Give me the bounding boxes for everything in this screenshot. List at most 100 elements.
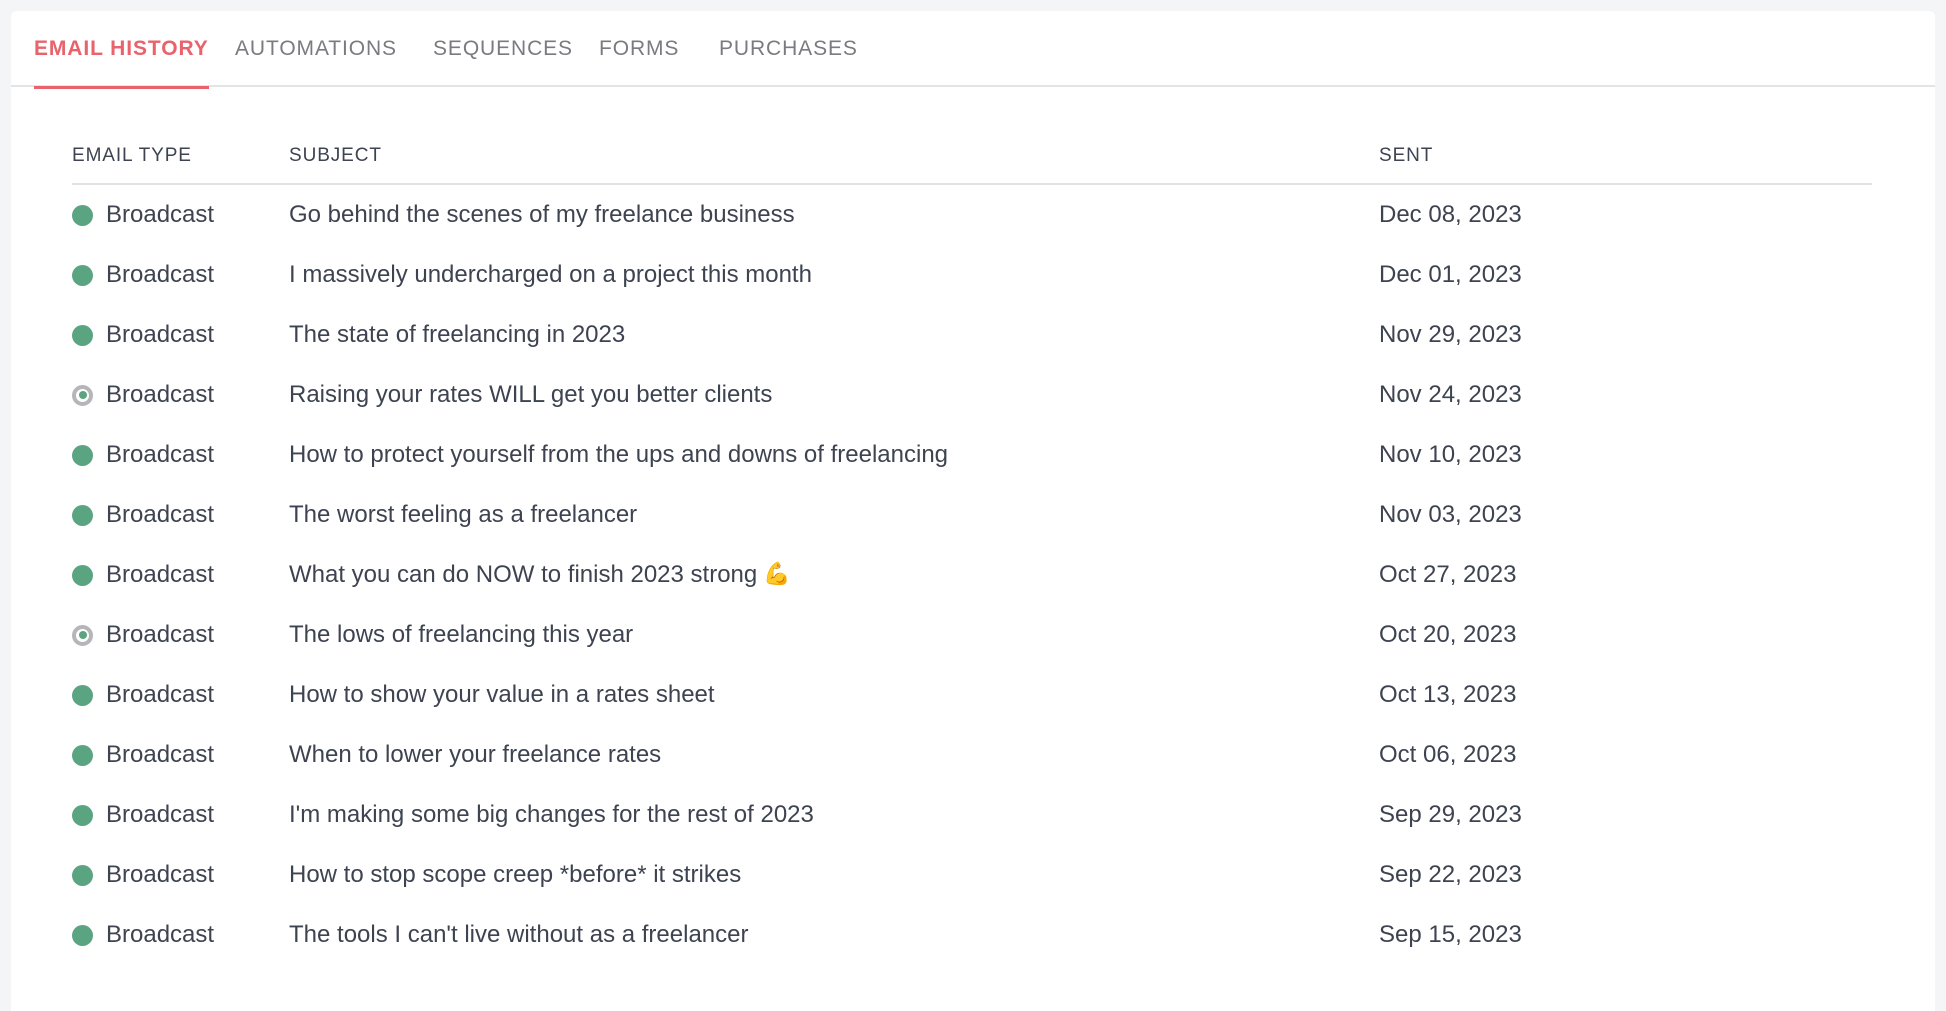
subject-text: When to lower your freelance rates [289,741,662,768]
cell-sent-date: Nov 03, 2023 [1379,501,1522,528]
status-dot-icon [72,504,93,526]
subject-emoji-icon: 💪 [763,562,791,587]
email-type-label: Broadcast [106,741,215,768]
cell-email-type: Broadcast [72,785,214,845]
cell-sent-date: Dec 08, 2023 [1379,201,1522,228]
subject-text: I'm making some big changes for the rest… [289,801,814,828]
cell-email-type: Broadcast [72,485,214,545]
email-history-card: EMAIL HISTORY AUTOMATIONS SEQUENCES FORMS PU… [11,11,1935,1011]
cell-email-type: Broadcast [72,605,214,665]
cell-subject[interactable]: How to protect yourself from the ups and… [289,425,948,485]
cell-sent-date: Nov 10, 2023 [1379,441,1522,468]
table-row[interactable]: Broadcast The tools I can't live without … [72,905,1872,965]
table-row[interactable]: Broadcast How to show your value in a rat… [72,665,1872,725]
cell-subject[interactable]: The state of freelancing in 2023 [289,305,625,365]
tab-sequences[interactable]: SEQUENCES [433,11,573,87]
subject-text: How to stop scope creep *before* it stri… [289,861,742,888]
table-row[interactable]: Broadcast The lows of freelancing this ye… [72,605,1872,665]
subject-text: What you can do NOW to finish 2023 stron… [289,561,758,588]
cell-email-type: Broadcast [72,185,214,245]
subject-text: How to protect yourself from the ups and… [289,441,949,468]
cell-email-type: Broadcast [72,545,214,605]
table-row[interactable]: Broadcast Raising your rates WILL get you… [72,365,1872,425]
tab-email-history[interactable]: EMAIL HISTORY [34,11,209,89]
cell-sent-date: Dec 01, 2023 [1379,261,1522,288]
status-dot-icon [72,864,93,886]
column-header-email-type: EMAIL TYPE [72,145,192,166]
cell-sent-date: Oct 13, 2023 [1379,681,1517,708]
table-body: Broadcast Go behind the scenes of my free… [72,185,1872,965]
table-row[interactable]: Broadcast The worst feeling as a freelanc… [72,485,1872,545]
email-history-table: EMAIL TYPE SUBJECT SENT Broadcast Go behi… [72,129,1872,965]
cell-email-type: Broadcast [72,905,214,965]
email-type-label: Broadcast [106,441,215,468]
table-row[interactable]: Broadcast When to lower your freelance ra… [72,725,1872,785]
subject-text: I massively undercharged on a project th… [289,261,812,288]
cell-sent-date: Oct 20, 2023 [1379,621,1517,648]
cell-email-type: Broadcast [72,305,214,365]
cell-sent-date: Sep 22, 2023 [1379,861,1522,888]
subject-text: Go behind the scenes of my freelance bus… [289,201,795,228]
cell-subject[interactable]: What you can do NOW to finish 2023 stron… [289,545,791,605]
cell-email-type: Broadcast [72,365,214,425]
cell-email-type: Broadcast [72,845,214,905]
email-type-label: Broadcast [106,561,215,588]
email-type-label: Broadcast [106,261,215,288]
email-type-label: Broadcast [106,201,215,228]
cell-subject[interactable]: The tools I can't live without as a free… [289,905,748,965]
status-dot-icon [72,804,93,826]
cell-sent-date: Sep 15, 2023 [1379,921,1522,948]
status-dot-icon [72,744,93,766]
column-header-sent: SENT [1379,145,1434,166]
cell-subject[interactable]: When to lower your freelance rates [289,725,661,785]
tab-automations[interactable]: AUTOMATIONS [235,11,397,87]
cell-subject[interactable]: I'm making some big changes for the rest… [289,785,814,845]
subject-text: The worst feeling as a freelancer [289,501,638,528]
email-type-label: Broadcast [106,681,215,708]
cell-subject[interactable]: Go behind the scenes of my freelance bus… [289,185,795,245]
table-row[interactable]: Broadcast I'm making some big changes for… [72,785,1872,845]
subject-text: How to show your value in a rates sheet [289,681,715,708]
table-row[interactable]: Broadcast What you can do NOW to finish 2… [72,545,1872,605]
cell-subject[interactable]: The lows of freelancing this year [289,605,633,665]
cell-subject[interactable]: How to show your value in a rates sheet [289,665,715,725]
table-header-row: EMAIL TYPE SUBJECT SENT [72,129,1872,185]
email-type-label: Broadcast [106,921,215,948]
status-dot-icon [72,564,93,586]
column-header-subject: SUBJECT [289,145,382,166]
cell-sent-date: Nov 24, 2023 [1379,381,1522,408]
status-ring-icon [72,384,93,406]
subject-text: The state of freelancing in 2023 [289,321,626,348]
cell-email-type: Broadcast [72,665,214,725]
email-type-label: Broadcast [106,621,215,648]
cell-email-type: Broadcast [72,725,214,785]
subject-text: The lows of freelancing this year [289,621,634,648]
tab-purchases[interactable]: PURCHASES [719,11,858,87]
table-row[interactable]: Broadcast How to protect yourself from th… [72,425,1872,485]
cell-subject[interactable]: The worst feeling as a freelancer [289,485,637,545]
email-type-label: Broadcast [106,861,215,888]
table-row[interactable]: Broadcast Go behind the scenes of my free… [72,185,1872,245]
cell-sent-date: Oct 27, 2023 [1379,561,1517,588]
cell-subject[interactable]: I massively undercharged on a project th… [289,245,812,305]
cell-subject[interactable]: Raising your rates WILL get you better c… [289,365,772,425]
email-type-label: Broadcast [106,321,215,348]
status-dot-icon [72,684,93,706]
status-dot-icon [72,444,93,466]
cell-email-type: Broadcast [72,425,214,485]
status-dot-icon [72,264,93,286]
email-type-label: Broadcast [106,801,215,828]
table-row[interactable]: Broadcast The state of freelancing in 202… [72,305,1872,365]
tab-forms[interactable]: FORMS [599,11,679,87]
status-dot-icon [72,324,93,346]
tab-bar: EMAIL HISTORY AUTOMATIONS SEQUENCES FORMS PU… [11,11,1935,89]
cell-sent-date: Nov 29, 2023 [1379,321,1522,348]
status-ring-icon [72,624,93,646]
subject-text: Raising your rates WILL get you better c… [289,381,773,408]
cell-subject[interactable]: How to stop scope creep *before* it stri… [289,845,741,905]
status-dot-icon [72,924,93,946]
status-dot-icon [72,204,93,226]
cell-sent-date: Sep 29, 2023 [1379,801,1522,828]
table-row[interactable]: Broadcast I massively undercharged on a p… [72,245,1872,305]
table-row[interactable]: Broadcast How to stop scope creep *before… [72,845,1872,905]
